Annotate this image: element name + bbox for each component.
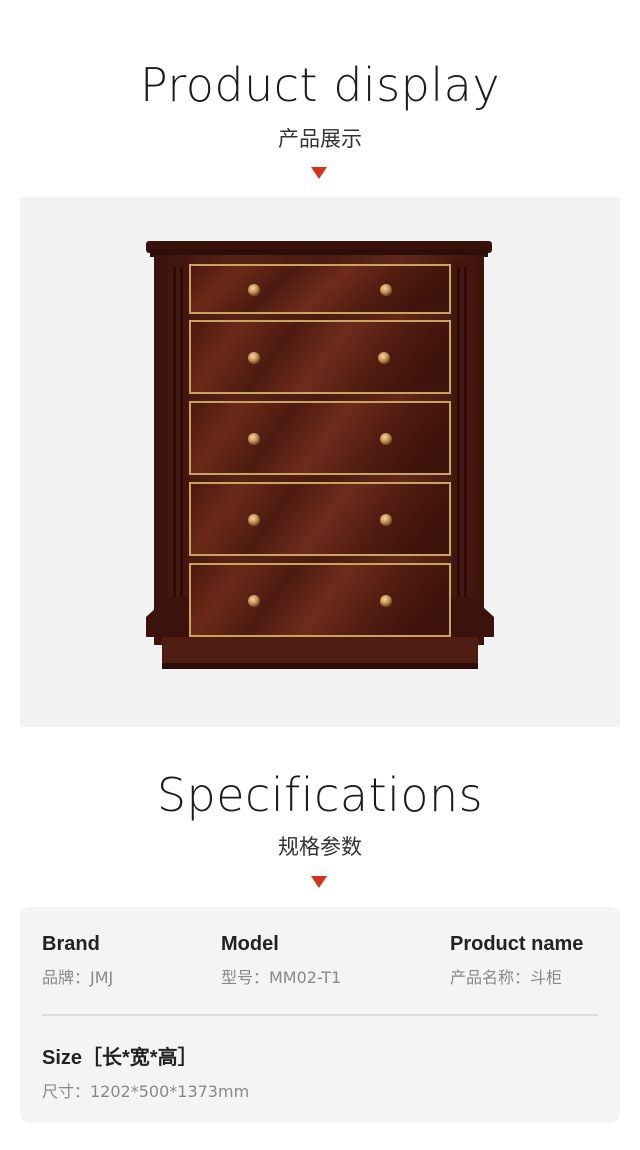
product-photo xyxy=(20,197,620,727)
spec-product-name-label: Product name xyxy=(450,933,584,955)
spec-product-name-value: 产品名称：斗柜 xyxy=(450,968,563,987)
specifications-title: Specifications xyxy=(156,768,484,822)
spec-model-label: Model xyxy=(221,933,279,955)
drawers xyxy=(189,264,451,637)
down-arrow-icon xyxy=(311,167,327,179)
spec-brand-label: Brand xyxy=(42,933,100,955)
product-display-subtitle: 产品展示 xyxy=(278,127,362,151)
down-arrow-icon xyxy=(311,876,327,888)
specifications-card: Brand 品牌：JMJ Model 型号：MM02-T1 Product na… xyxy=(20,907,620,1123)
spec-brand: Brand 品牌：JMJ xyxy=(42,933,113,988)
spec-size: Size［长*宽*高］ 尺寸：1202*500*1373mm xyxy=(42,1041,249,1102)
specifications-subtitle: 规格参数 xyxy=(278,835,362,859)
spec-brand-value: 品牌：JMJ xyxy=(42,968,114,987)
spec-product-name: Product name 产品名称：斗柜 xyxy=(450,933,583,988)
spec-model: Model 型号：MM02-T1 xyxy=(221,933,341,988)
spec-divider xyxy=(42,1014,598,1016)
product-display-title: Product display xyxy=(139,58,501,112)
spec-size-label: Size［长*宽*高］ xyxy=(42,1047,198,1069)
spec-size-value: 尺寸：1202*500*1373mm xyxy=(42,1082,250,1101)
chest-of-drawers-image xyxy=(146,241,494,669)
spec-model-value: 型号：MM02-T1 xyxy=(221,968,342,987)
